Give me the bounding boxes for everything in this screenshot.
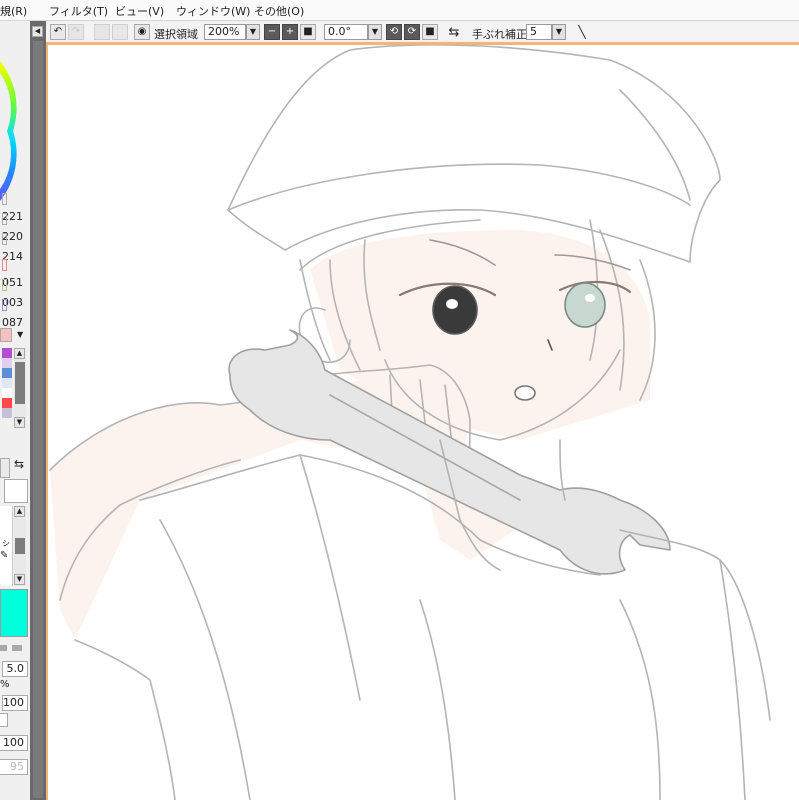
- eye-icon[interactable]: ◉: [134, 24, 150, 40]
- rotation-field[interactable]: 0.0°: [324, 24, 368, 40]
- selection-area-label: 選択領域: [154, 28, 198, 41]
- scroll-thumb[interactable]: [15, 362, 25, 404]
- swatch-s: [2, 213, 7, 225]
- palette-swatch[interactable]: [2, 368, 12, 378]
- straight-line-icon[interactable]: ╲: [574, 24, 590, 40]
- scroll-down-icon[interactable]: ▼: [14, 574, 25, 585]
- brush-shape-option[interactable]: [0, 645, 7, 651]
- redo-icon[interactable]: ↷: [68, 24, 84, 40]
- current-color-swatch[interactable]: [0, 589, 28, 637]
- rgb-r-row: 051: [2, 259, 28, 289]
- scroll-up-icon[interactable]: ▲: [14, 348, 25, 359]
- line-art-illustration: [49, 43, 771, 800]
- disabled-field: [0, 713, 8, 727]
- hsv-h-row: 221: [2, 193, 28, 223]
- palette-scrollbar[interactable]: ▲ ▼: [14, 348, 26, 428]
- stabilizer-label: 手ぶれ補正: [472, 28, 527, 41]
- swap-colors-icon[interactable]: ⇆: [14, 457, 24, 471]
- hsv-s-row: 220: [2, 213, 28, 243]
- panel-divider[interactable]: ◀: [30, 21, 46, 800]
- swatch-b: [2, 299, 7, 311]
- invert-selection-icon[interactable]: [112, 24, 128, 40]
- palette-swatch[interactable]: [2, 408, 12, 418]
- brush-list-scrollbar[interactable]: ▲ ▼: [14, 506, 26, 586]
- swatch-r: [2, 259, 7, 271]
- blend-field[interactable]: 100: [0, 735, 28, 751]
- rotation-dropdown-icon[interactable]: ▼: [368, 24, 382, 40]
- menu-bar: 規(R) フィルタ(T) ビュー(V) ウィンドウ(W) その他(O): [0, 0, 799, 21]
- toolbar: ↶ ↷ ◉ 選択領域 200% ▼ − + ■ 0.0° ▼ ⟲ ⟳ ■ ⇆ 手…: [46, 22, 799, 42]
- rgb-b-row: 087: [2, 299, 28, 329]
- scroll-down-icon[interactable]: ▼: [14, 417, 25, 428]
- zoom-reset-icon[interactable]: ■: [300, 24, 316, 40]
- foreground-color-swatch[interactable]: [0, 458, 10, 478]
- color-history-swatch[interactable]: [0, 328, 12, 342]
- swatch-g: [2, 279, 7, 291]
- brush-list[interactable]: シ ✎: [0, 506, 13, 586]
- menu-item-view[interactable]: ビュー(V): [115, 3, 164, 19]
- density-field[interactable]: 100: [2, 695, 28, 711]
- scroll-up-icon[interactable]: ▲: [14, 506, 25, 517]
- menu-item-filter[interactable]: フィルタ(T): [49, 3, 108, 19]
- brush-size-field[interactable]: 5.0: [2, 661, 28, 677]
- collapse-left-icon[interactable]: ◀: [32, 26, 43, 37]
- swatch-palette[interactable]: [2, 348, 12, 428]
- hsv-v-row: 214: [2, 233, 28, 263]
- canvas-left-border: [46, 42, 48, 800]
- palette-swatch[interactable]: [2, 378, 12, 388]
- rotation-reset-icon[interactable]: ■: [422, 24, 438, 40]
- swatch-v: [2, 233, 7, 245]
- deselect-icon[interactable]: [94, 24, 110, 40]
- flip-horizontal-icon[interactable]: ⇆: [446, 24, 462, 40]
- percent-label: %: [0, 679, 10, 690]
- zoom-field[interactable]: 200%: [204, 24, 246, 40]
- canvas-top-border: [46, 42, 799, 45]
- brush-icon: ✎: [0, 550, 9, 561]
- palette-swatch[interactable]: [2, 348, 12, 358]
- swatch-h: [2, 193, 7, 205]
- divider-strip: [33, 41, 43, 798]
- stabilizer-dropdown-icon[interactable]: ▼: [552, 24, 566, 40]
- palette-swatch[interactable]: [2, 388, 12, 398]
- palette-swatch[interactable]: [2, 358, 12, 368]
- stabilizer-field[interactable]: 5: [526, 24, 552, 40]
- chevron-down-icon[interactable]: ▼: [17, 330, 23, 339]
- palette-swatch[interactable]: [2, 398, 12, 408]
- background-color-swatch[interactable]: [4, 479, 28, 503]
- scroll-thumb[interactable]: [15, 538, 25, 554]
- menu-item-window[interactable]: ウィンドウ(W): [176, 3, 250, 19]
- rotate-left-icon[interactable]: ⟲: [386, 24, 402, 40]
- zoom-dropdown-icon[interactable]: ▼: [246, 24, 260, 40]
- menu-item-other[interactable]: その他(O): [254, 3, 304, 19]
- brush-shape-option[interactable]: [12, 645, 22, 651]
- drawing-canvas[interactable]: [46, 42, 799, 800]
- color-wheel[interactable]: [0, 61, 30, 211]
- undo-icon[interactable]: ↶: [50, 24, 66, 40]
- rgb-g-row: 003: [2, 279, 28, 309]
- brush-name-fragment: シ: [2, 539, 10, 548]
- menu-item-layer[interactable]: 規(R): [0, 3, 27, 19]
- disabled-value-field: 95: [0, 759, 28, 775]
- rotate-right-icon[interactable]: ⟳: [404, 24, 420, 40]
- left-panel: 221 220 214 051 003 087 ▼ ▲ ▼ ⇆ シ ✎ ▲ ▼ …: [0, 21, 30, 800]
- zoom-out-icon[interactable]: −: [264, 24, 280, 40]
- zoom-in-icon[interactable]: +: [282, 24, 298, 40]
